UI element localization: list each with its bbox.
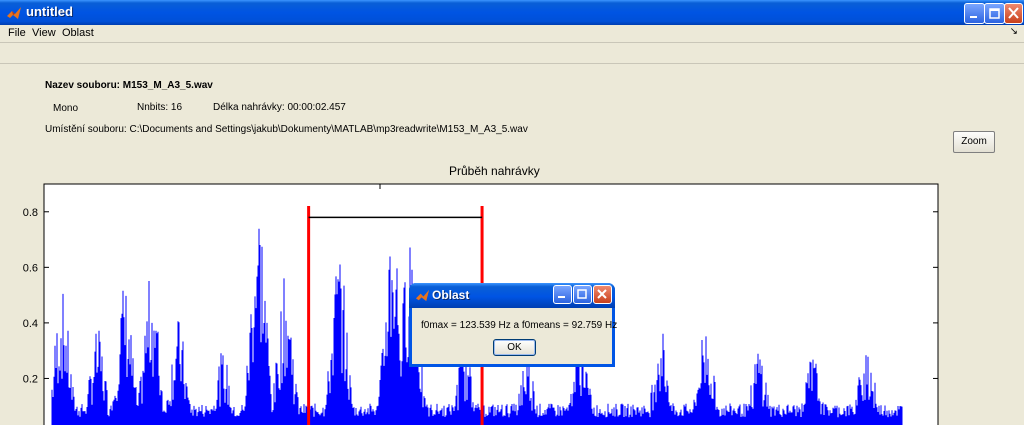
dialog-message: f0max = 123.539 Hz a f0means = 92.759 Hz <box>421 320 618 331</box>
matlab-icon <box>415 289 430 302</box>
minimize-icon <box>558 296 565 298</box>
dialog-title: Oblast <box>432 288 470 302</box>
maximize-icon <box>577 289 587 299</box>
y-tick-label: 0.6 <box>23 262 38 274</box>
ok-button[interactable]: OK <box>493 339 536 356</box>
dialog-maximize-button[interactable] <box>573 285 592 304</box>
dialog-close-button[interactable] <box>593 285 612 304</box>
dialog-minimize-button[interactable] <box>553 285 572 304</box>
y-tick-label: 0.8 <box>23 207 38 219</box>
close-icon <box>597 289 607 299</box>
dialog-body: f0max = 123.539 Hz a f0means = 92.759 Hz… <box>412 308 617 364</box>
dialog-titlebar[interactable]: Oblast <box>409 283 615 308</box>
oblast-dialog: Oblast f0max = 123.539 Hz a f0means = 92… <box>409 283 617 367</box>
y-tick-label: 0.2 <box>23 373 38 385</box>
y-tick-label: 0.4 <box>23 318 38 330</box>
